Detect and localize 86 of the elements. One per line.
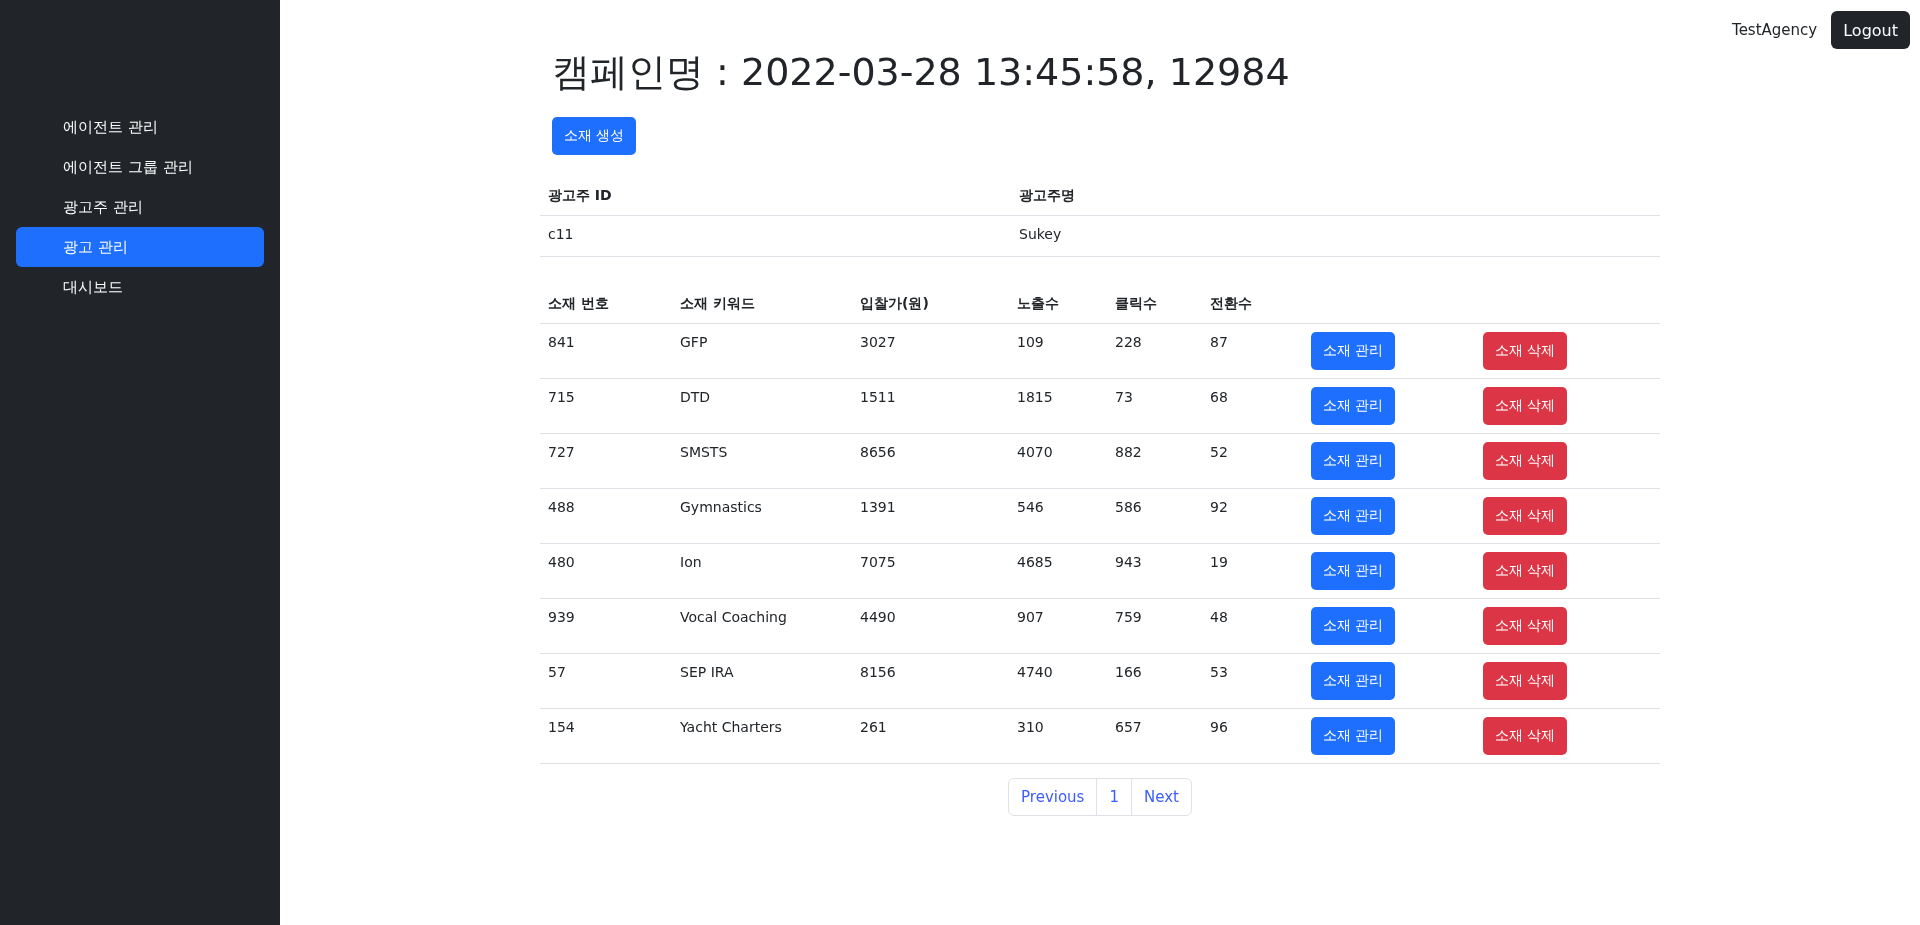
sidebar-item[interactable]: 광고주 관리	[16, 187, 264, 227]
table-cell: 480	[540, 543, 672, 599]
table-cell: 943	[1107, 543, 1202, 599]
table-cell: 8656	[852, 433, 1009, 489]
table-cell: 92	[1202, 488, 1303, 544]
table-cell: 1511	[852, 378, 1009, 434]
manage-button[interactable]: 소재 관리	[1311, 552, 1396, 590]
delete-button[interactable]: 소재 삭제	[1483, 442, 1568, 480]
table-cell: 261	[852, 708, 1009, 764]
table-cell: Gymnastics	[672, 488, 852, 544]
logout-button[interactable]: Logout	[1831, 11, 1910, 49]
table-cell: 4685	[1009, 543, 1107, 599]
delete-button[interactable]: 소재 삭제	[1483, 497, 1568, 535]
pagination-link[interactable]: 1	[1096, 778, 1132, 816]
table-cell: 727	[540, 433, 672, 489]
manage-button[interactable]: 소재 관리	[1311, 497, 1396, 535]
manage-button[interactable]: 소재 관리	[1311, 607, 1396, 645]
table-cell: 8156	[852, 653, 1009, 709]
page-title: 캠페인명 : 2022-03-28 13:45:58, 12984	[552, 49, 1291, 95]
sidebar-item[interactable]: 대시보드	[16, 267, 264, 307]
table-cell: 939	[540, 598, 672, 654]
table-cell: DTD	[672, 378, 852, 434]
table-cell: 48	[1202, 598, 1303, 654]
delete-button[interactable]: 소재 삭제	[1483, 717, 1568, 755]
table-cell: Sukey	[1011, 215, 1660, 257]
column-header: 광고주 ID	[540, 177, 1011, 216]
table-cell: 759	[1107, 598, 1202, 654]
sidebar-item[interactable]: 에이전트 그룹 관리	[16, 147, 264, 187]
table-cell: 1391	[852, 488, 1009, 544]
table-cell: 19	[1202, 543, 1303, 599]
column-header: 소재 번호	[540, 285, 672, 324]
table-cell: Vocal Coaching	[672, 598, 852, 654]
table-cell: 586	[1107, 488, 1202, 544]
table-cell: 7075	[852, 543, 1009, 599]
table-cell: 52	[1202, 433, 1303, 489]
manage-button[interactable]: 소재 관리	[1311, 387, 1396, 425]
column-header: 광고주명	[1011, 177, 1660, 216]
table-cell: 715	[540, 378, 672, 434]
column-header: 노출수	[1009, 285, 1107, 324]
table-cell: 841	[540, 323, 672, 379]
column-header: 입찰가(원)	[852, 285, 1009, 324]
username-text: TestAgency	[1732, 21, 1818, 39]
table-cell: 87	[1202, 323, 1303, 379]
table-cell: 546	[1009, 488, 1107, 544]
table-cell: 109	[1009, 323, 1107, 379]
table-cell: 3027	[852, 323, 1009, 379]
table-cell: 4490	[852, 598, 1009, 654]
column-header: 클릭수	[1107, 285, 1202, 324]
table-cell: 166	[1107, 653, 1202, 709]
delete-button[interactable]: 소재 삭제	[1483, 662, 1568, 700]
table-cell: 310	[1009, 708, 1107, 764]
column-header: 소재 키워드	[672, 285, 852, 324]
delete-button[interactable]: 소재 삭제	[1483, 607, 1568, 645]
table-cell: 1815	[1009, 378, 1107, 434]
pagination-link[interactable]: Previous	[1008, 778, 1098, 816]
table-cell: SEP IRA	[672, 653, 852, 709]
table-cell: 68	[1202, 378, 1303, 434]
table-cell: 53	[1202, 653, 1303, 709]
table-cell: SMSTS	[672, 433, 852, 489]
table-cell: 228	[1107, 323, 1202, 379]
delete-button[interactable]: 소재 삭제	[1483, 552, 1568, 590]
create-button[interactable]: 소재 생성	[552, 117, 637, 155]
table-cell: 907	[1009, 598, 1107, 654]
manage-button[interactable]: 소재 관리	[1311, 717, 1396, 755]
table-cell: 882	[1107, 433, 1202, 489]
table-cell: 657	[1107, 708, 1202, 764]
pagination-link[interactable]: Next	[1131, 778, 1192, 816]
delete-button[interactable]: 소재 삭제	[1483, 332, 1568, 370]
table-cell: 4740	[1009, 653, 1107, 709]
table-cell: Yacht Charters	[672, 708, 852, 764]
manage-button[interactable]: 소재 관리	[1311, 662, 1396, 700]
table-cell: c11	[540, 215, 1011, 257]
table-cell: 4070	[1009, 433, 1107, 489]
table-cell: 73	[1107, 378, 1202, 434]
table-cell: 488	[540, 488, 672, 544]
manage-button[interactable]: 소재 관리	[1311, 332, 1396, 370]
delete-button[interactable]: 소재 삭제	[1483, 387, 1568, 425]
table-cell: 57	[540, 653, 672, 709]
table-cell: 96	[1202, 708, 1303, 764]
sidebar-item[interactable]: 광고 관리	[16, 227, 264, 267]
sidebar-item[interactable]: 에이전트 관리	[16, 107, 264, 147]
table-cell: GFP	[672, 323, 852, 379]
table-cell: Ion	[672, 543, 852, 599]
column-header: 전환수	[1202, 285, 1303, 324]
table-cell: 154	[540, 708, 672, 764]
manage-button[interactable]: 소재 관리	[1311, 442, 1396, 480]
